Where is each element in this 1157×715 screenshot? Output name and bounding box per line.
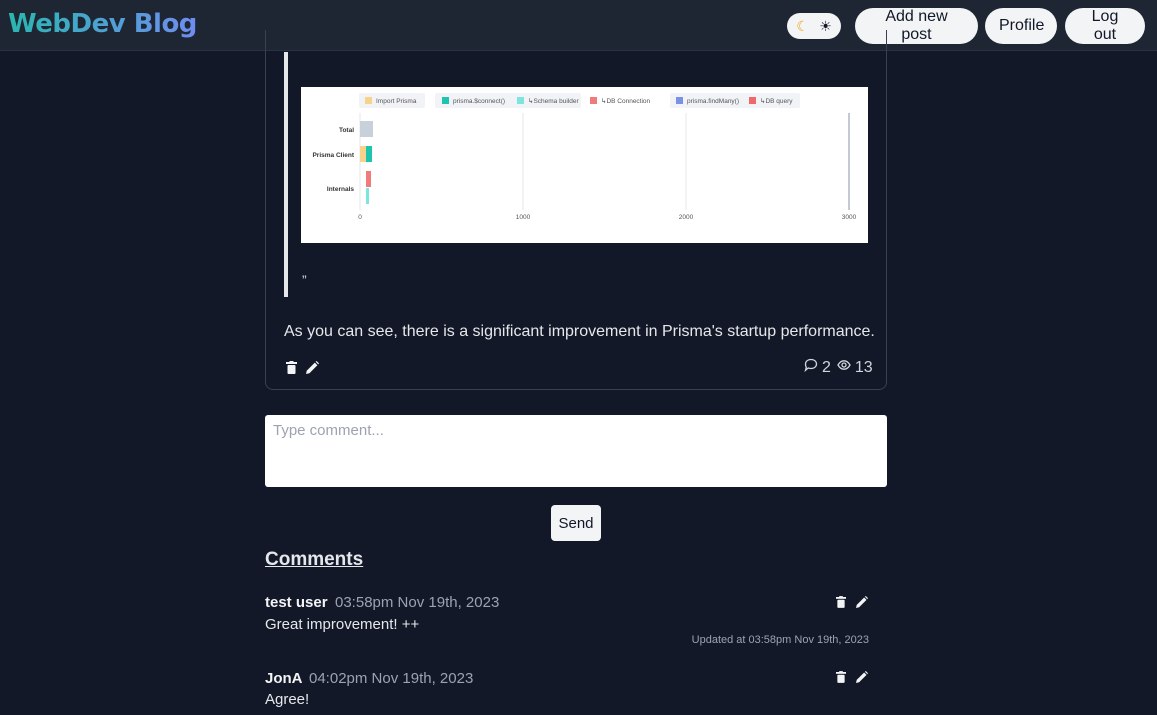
send-comment-button[interactable]: Send <box>551 505 601 541</box>
x-tick-3000: 3000 <box>842 214 857 221</box>
bar-connect <box>366 146 372 162</box>
legend-swatch-1 <box>442 97 449 104</box>
comment-timestamp: 03:58pm Nov 19th, 2023 <box>335 594 500 611</box>
legend-label-1: prisma.$connect() <box>453 98 505 105</box>
x-tick-2000: 2000 <box>679 214 694 221</box>
edit-comment-pencil-icon[interactable] <box>855 595 869 609</box>
brand-logo[interactable]: WebDev Blog <box>8 9 197 39</box>
blockquote-bar <box>284 52 288 297</box>
logout-button[interactable]: Log out <box>1065 8 1145 44</box>
comment-text: Agree! <box>265 691 310 708</box>
bar-total <box>360 121 373 137</box>
row-label-internals: Internals <box>327 186 354 193</box>
eye-icon <box>837 358 851 377</box>
x-tick-0: 0 <box>358 214 362 221</box>
delete-comment-trash-icon[interactable] <box>834 670 848 684</box>
legend-label-5: ↳DB query <box>760 97 793 105</box>
post-stats: 2 13 <box>804 358 873 377</box>
comment-timestamp: 04:02pm Nov 19th, 2023 <box>309 670 474 687</box>
edit-post-pencil-icon[interactable] <box>305 360 319 374</box>
bar-import-prisma <box>360 146 366 162</box>
comment-text: Great improvement! ++ <box>265 616 420 633</box>
legend-label-3: ↳DB Connection <box>601 97 651 105</box>
comment-updated-timestamp: Updated at 03:58pm Nov 19th, 2023 <box>691 634 869 646</box>
embedded-chart: Import Prisma prisma.$connect() ↳Schema … <box>312 93 857 221</box>
legend-label-2: ↳Schema builder <box>528 97 579 105</box>
comments-heading: Comments <box>265 549 364 570</box>
legend-swatch-0 <box>365 97 372 104</box>
comment-input[interactable] <box>265 415 887 487</box>
comment-bubble-icon <box>804 358 818 377</box>
view-count: 13 <box>854 358 873 376</box>
comment-count: 2 <box>822 358 831 376</box>
legend-swatch-4 <box>676 97 683 104</box>
legend-label-4: prisma.findMany() <box>687 98 739 105</box>
comment-author[interactable]: test user <box>265 594 328 611</box>
edit-comment-pencil-icon[interactable] <box>855 670 869 684</box>
bar-db-connection <box>366 171 371 187</box>
x-tick-1000: 1000 <box>516 214 531 221</box>
delete-comment-trash-icon[interactable] <box>834 595 848 609</box>
profile-button[interactable]: Profile <box>985 8 1057 44</box>
comment-author[interactable]: JonA <box>265 670 303 687</box>
row-label-total: Total <box>339 127 354 134</box>
post-body-text: As you can see, there is a significant i… <box>284 323 875 340</box>
legend-swatch-3 <box>590 97 597 104</box>
delete-post-trash-icon[interactable] <box>284 360 298 374</box>
row-label-prisma-client: Prisma Client <box>312 152 354 159</box>
post-chart-image: Import Prisma prisma.$connect() ↳Schema … <box>301 87 868 243</box>
legend-swatch-5 <box>749 97 756 104</box>
legend-label-0: Import Prisma <box>376 98 417 105</box>
closing-quote-mark: ” <box>302 272 307 288</box>
legend-swatch-2 <box>517 97 524 104</box>
bar-schema-builder <box>366 188 369 204</box>
